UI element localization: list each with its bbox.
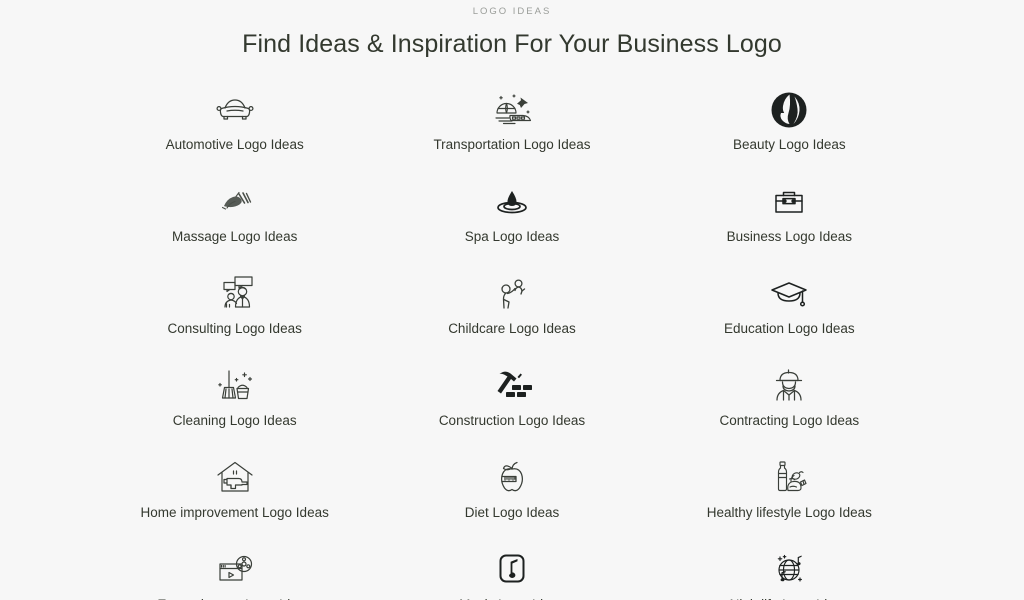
grid-item-entertainment[interactable]: Entertainment Logo Ideas xyxy=(96,547,373,600)
grid-item-healthy-lifestyle[interactable]: Healthy lifestyle Logo Ideas xyxy=(651,455,928,547)
grid-item-transportation[interactable]: Transportation Logo Ideas xyxy=(373,87,650,179)
bottle-vegetables-icon xyxy=(767,455,811,501)
logo-ideas-page: LOGO IDEAS Find Ideas & Inspiration For … xyxy=(0,0,1024,600)
page-title: Find Ideas & Inspiration For Your Busine… xyxy=(242,30,782,58)
broom-bucket-icon xyxy=(214,363,256,409)
grid-item-beauty[interactable]: Beauty Logo Ideas xyxy=(651,87,928,179)
grid-item-childcare[interactable]: Childcare Logo Ideas xyxy=(373,271,650,363)
grid-item-automotive[interactable]: Automotive Logo Ideas xyxy=(96,87,373,179)
grid-item-education[interactable]: Education Logo Ideas xyxy=(651,271,928,363)
grid-item-music[interactable]: Music Logo Ideas xyxy=(373,547,650,600)
grid-item-contracting[interactable]: Contracting Logo Ideas xyxy=(651,363,928,455)
grid-item-label: Consulting Logo Ideas xyxy=(167,321,302,336)
grid-item-label: Spa Logo Ideas xyxy=(464,229,560,244)
grid-item-consulting[interactable]: Consulting Logo Ideas xyxy=(96,271,373,363)
grid-item-label: Business Logo Ideas xyxy=(726,229,852,244)
hammer-bricks-icon xyxy=(490,363,534,409)
grid-item-construction[interactable]: Construction Logo Ideas xyxy=(373,363,650,455)
adult-lifting-child-icon xyxy=(493,271,531,317)
briefcase-icon xyxy=(769,179,809,225)
grid-item-label: Diet Logo Ideas xyxy=(464,505,560,520)
grid-item-nightlife[interactable]: Nightlife Logo Ideas xyxy=(651,547,928,600)
graduation-cap-icon xyxy=(768,271,810,317)
people-speech-bubbles-icon xyxy=(215,271,255,317)
grid-item-business[interactable]: Business Logo Ideas xyxy=(651,179,928,271)
grid-item-label: Cleaning Logo Ideas xyxy=(172,413,297,428)
car-icon xyxy=(214,87,256,133)
grid-item-diet[interactable]: Diet Logo Ideas xyxy=(373,455,650,547)
logo-ideas-grid: Automotive Logo Ideas Transportation Log… xyxy=(0,87,1024,600)
globe-plane-train-icon xyxy=(490,87,534,133)
grid-item-spa[interactable]: Spa Logo Ideas xyxy=(373,179,650,271)
apple-measuring-tape-icon xyxy=(492,455,532,501)
water-droplet-ripple-icon xyxy=(491,179,533,225)
grid-item-label: Massage Logo Ideas xyxy=(171,229,298,244)
grid-item-label: Education Logo Ideas xyxy=(724,321,855,336)
clapperboard-film-reel-icon xyxy=(214,547,256,593)
grid-item-home-improvement[interactable]: Home improvement Logo Ideas xyxy=(96,455,373,547)
grid-item-label: Childcare Logo Ideas xyxy=(448,321,576,336)
grid-item-label: Transportation Logo Ideas xyxy=(433,137,591,152)
grid-item-label: Contracting Logo Ideas xyxy=(719,413,860,428)
music-note-square-icon xyxy=(493,547,531,593)
grid-item-label: Construction Logo Ideas xyxy=(438,413,586,428)
woman-face-circle-icon xyxy=(769,87,809,133)
grid-item-label: Healthy lifestyle Logo Ideas xyxy=(706,505,872,520)
grid-item-label: Beauty Logo Ideas xyxy=(733,137,846,152)
eyebrow-label: LOGO IDEAS xyxy=(472,6,552,17)
house-drill-icon xyxy=(214,455,256,501)
disco-ball-music-icon xyxy=(768,547,810,593)
worker-hardhat-icon xyxy=(769,363,809,409)
grid-item-massage[interactable]: Massage Logo Ideas xyxy=(96,179,373,271)
grid-item-label: Automotive Logo Ideas xyxy=(165,137,304,152)
grid-item-cleaning[interactable]: Cleaning Logo Ideas xyxy=(96,363,373,455)
grid-item-label: Home improvement Logo Ideas xyxy=(140,505,329,520)
massage-hands-icon xyxy=(214,179,256,225)
